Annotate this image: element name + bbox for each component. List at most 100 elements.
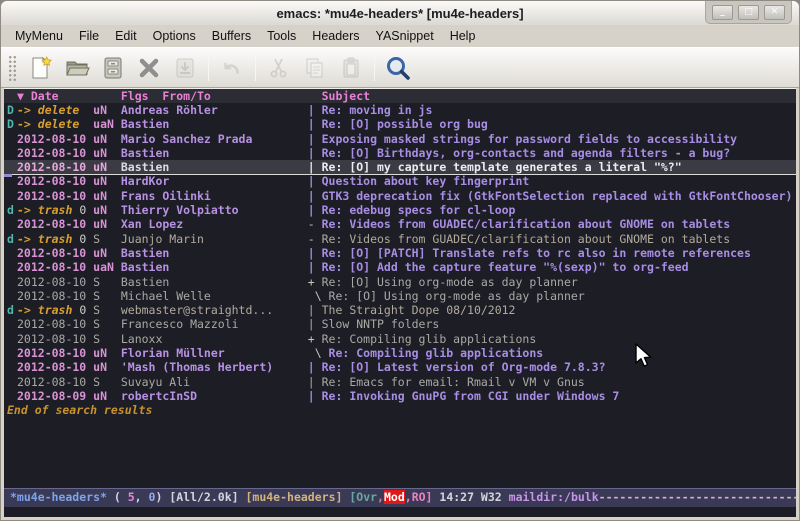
- message-row[interactable]: 2012-08-10SSuvayu Ali| Re: Emacs for ema…: [4, 375, 796, 389]
- message-subject: Re: Emacs for email: Rmail v VM v Gnus: [322, 375, 796, 389]
- message-row[interactable]: d-> trash 0uNThierry Volpiatto| Re: edeb…: [4, 203, 796, 217]
- subject-separator: |: [308, 174, 322, 188]
- search-icon: [384, 54, 412, 82]
- message-row[interactable]: d-> trash 0SJuanjo Marin- Re: Videos fro…: [4, 232, 796, 246]
- menu-file[interactable]: File: [71, 26, 107, 46]
- message-row[interactable]: 2012-08-10SFrancesco Mazzoli| Slow NNTP …: [4, 317, 796, 331]
- message-subject: The Straight Dope 08/10/2012: [322, 303, 796, 317]
- point-cursor: [4, 174, 12, 177]
- message-date: -> trash 0: [17, 232, 93, 246]
- message-date: 2012-08-10: [17, 132, 93, 146]
- mark-fringe: [7, 217, 17, 231]
- message-flags: S: [93, 317, 121, 331]
- message-date: 2012-08-10: [17, 217, 93, 231]
- headers-column-bar[interactable]: ▼ Date Flgs From/To Subject: [4, 89, 796, 103]
- menu-edit[interactable]: Edit: [107, 26, 145, 46]
- message-subject: Re: moving in js: [322, 103, 796, 117]
- delete-button[interactable]: [131, 52, 167, 84]
- message-subject: Question about key fingerprint: [322, 174, 796, 188]
- menu-buffers[interactable]: Buffers: [204, 26, 259, 46]
- message-subject: Re: [O] Latest version of Org-mode 7.8.3…: [322, 360, 796, 374]
- message-subject: Re: [O] possible org bug: [322, 117, 796, 131]
- message-row[interactable]: 2012-08-10uNHardKor| Question about key …: [4, 174, 796, 188]
- modeline-buffer-size: [All/2.0k]: [169, 490, 245, 504]
- message-from: Bastien: [121, 246, 308, 260]
- open-folder-button[interactable]: [59, 52, 95, 84]
- modeline-major-mode[interactable]: [mu4e-headers]: [245, 490, 349, 504]
- undo-button[interactable]: [214, 52, 250, 84]
- message-row[interactable]: 2012-08-10uNXan Lopez- Re: Videos from G…: [4, 217, 796, 231]
- message-row[interactable]: 2012-08-10SLanoxx+ Re: Compiling glib ap…: [4, 332, 796, 346]
- message-flags: S: [93, 303, 121, 317]
- column-header-flags[interactable]: Flgs: [121, 89, 163, 103]
- maximize-button[interactable]: □: [738, 5, 759, 20]
- message-flags: uN: [93, 160, 121, 174]
- message-row[interactable]: D-> deleteuaNBastien| Re: [O] possible o…: [4, 117, 796, 131]
- message-row[interactable]: 2012-08-10uNMario Sanchez Prada| Exposin…: [4, 132, 796, 146]
- message-flags: S: [93, 275, 121, 289]
- mark-fringe: [7, 346, 17, 360]
- menu-help[interactable]: Help: [442, 26, 484, 46]
- mark-fringe: [7, 132, 17, 146]
- message-row[interactable]: 2012-08-10uNBastien| Re: [O] [PATCH] Tra…: [4, 246, 796, 260]
- mark-fringe: [7, 317, 17, 331]
- sort-desc-icon[interactable]: ▼: [17, 89, 24, 103]
- message-row[interactable]: 2012-08-10uNBastien| Re: [O] Birthdays, …: [4, 146, 796, 160]
- message-row[interactable]: 2012-08-09uNrobertcInSD| Re: Invoking Gn…: [4, 389, 796, 403]
- save-file-button[interactable]: [95, 52, 131, 84]
- save-file-icon: [100, 55, 126, 81]
- message-flags: S: [93, 289, 121, 303]
- close-button[interactable]: ✕: [764, 5, 785, 20]
- column-header-subject[interactable]: Subject: [322, 89, 370, 103]
- toolbar-grip-handle[interactable]: [8, 55, 17, 81]
- toolbar-separator: [208, 55, 209, 81]
- new-file-button[interactable]: [23, 52, 59, 84]
- message-row[interactable]: 2012-08-10uNFrans Oilinki| GTK3 deprecat…: [4, 189, 796, 203]
- mouse-cursor: [631, 342, 655, 370]
- copy-button[interactable]: [297, 52, 333, 84]
- menu-tools[interactable]: Tools: [259, 26, 304, 46]
- search-button[interactable]: [380, 52, 416, 84]
- message-subject: Re: Videos from GUADEC/clarification abo…: [322, 232, 796, 246]
- message-from: Frans Oilinki: [121, 189, 308, 203]
- message-row[interactable]: d-> trash 0Swebmaster@straightd...| The …: [4, 303, 796, 317]
- modeline-line-number: 5: [128, 490, 135, 504]
- thread-prefix: \: [308, 346, 329, 360]
- save-as-button[interactable]: [167, 52, 203, 84]
- message-row[interactable]: 2012-08-10uNBastien| Re: [O] my capture …: [4, 160, 796, 174]
- column-header-from[interactable]: From/To: [162, 89, 321, 103]
- message-row[interactable]: D-> deleteuNAndreas Röhler| Re: moving i…: [4, 103, 796, 117]
- menu-mymenu[interactable]: MyMenu: [7, 26, 71, 46]
- title-bar[interactable]: emacs: *mu4e-headers* [mu4e-headers] _ □…: [1, 1, 799, 25]
- message-subject: Re: [O] Using org-mode as day planner: [329, 289, 796, 303]
- message-flags: uN: [93, 203, 121, 217]
- message-row[interactable]: 2012-08-10uN'Mash (Thomas Herbert)| Re: …: [4, 360, 796, 374]
- menu-options[interactable]: Options: [145, 26, 204, 46]
- message-subject: Re: [O] [PATCH] Translate refs to rc als…: [322, 246, 796, 260]
- thread-prefix: +: [308, 275, 322, 289]
- message-flags: uN: [93, 174, 121, 188]
- message-date: -> trash 0: [17, 303, 93, 317]
- paste-button[interactable]: [333, 52, 369, 84]
- message-row[interactable]: 2012-08-10uaNBastien| Re: [O] Add the ca…: [4, 260, 796, 274]
- modeline-buffer-name[interactable]: *mu4e-headers*: [10, 490, 107, 504]
- cut-button[interactable]: [261, 52, 297, 84]
- message-flags: uN: [93, 132, 121, 146]
- modeline-modified-flag[interactable]: Mod: [384, 490, 405, 504]
- menu-yasnippet[interactable]: YASnippet: [368, 26, 442, 46]
- mark-fringe: [7, 174, 17, 188]
- thread-prefix: \: [308, 289, 329, 303]
- mark-letter: d: [7, 303, 17, 317]
- message-row[interactable]: 2012-08-10SBastien+ Re: [O] Using org-mo…: [4, 275, 796, 289]
- message-row[interactable]: 2012-08-10SMichael Welle \ Re: [O] Using…: [4, 289, 796, 303]
- minimize-button[interactable]: _: [712, 5, 733, 20]
- message-from: Bastien: [121, 117, 308, 131]
- message-date: 2012-08-10: [17, 346, 93, 360]
- message-date: -> delete: [17, 103, 93, 117]
- menu-headers[interactable]: Headers: [304, 26, 367, 46]
- subject-separator: |: [308, 389, 322, 403]
- column-header-date[interactable]: Date: [31, 89, 59, 103]
- message-row[interactable]: 2012-08-10uNFlorian Müllner \ Re: Compil…: [4, 346, 796, 360]
- minibuffer[interactable]: [4, 507, 796, 517]
- message-flags: uN: [93, 246, 121, 260]
